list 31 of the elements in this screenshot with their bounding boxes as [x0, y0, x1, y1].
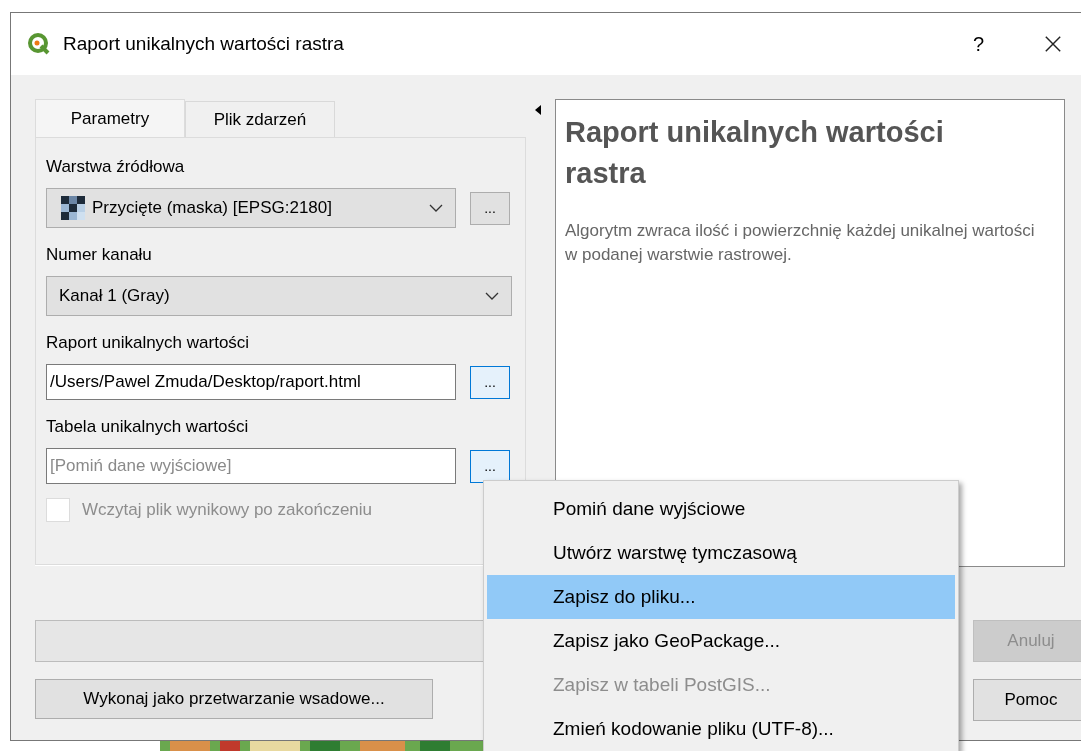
menu-item[interactable]: Pomiń dane wyjściowe: [487, 487, 955, 531]
menu-item[interactable]: Zapisz do pliku...: [487, 575, 955, 619]
window-title: Raport unikalnych wartości rastra: [63, 33, 345, 55]
batch-button[interactable]: Wykonaj jako przetwarzanie wsadowe...: [35, 679, 433, 719]
field-label: Raport unikalnych wartości: [46, 332, 250, 354]
tab[interactable]: Plik zdarzeń: [185, 101, 335, 137]
input-field[interactable]: /Users/Pawel Zmuda/Desktop/raport.html: [46, 364, 456, 400]
dropdown[interactable]: Przycięte (maska) [EPSG:2180]: [46, 188, 456, 228]
browse-button[interactable]: ...: [470, 365, 510, 399]
help-title: Raport unikalnych wartości rastra: [565, 115, 945, 191]
field-label: Tabela unikalnych wartości: [46, 416, 249, 438]
menu-item[interactable]: Utwórz warstwę tymczasową: [487, 531, 955, 575]
help-button[interactable]: ?: [972, 32, 984, 56]
help-description: Algorytm zwraca ilość i powierzchnię każdej unikalnej wartości w podanej warstwie rastrowej.: [565, 220, 1036, 266]
browse-button[interactable]: ...: [470, 191, 510, 225]
input-field[interactable]: [Pomiń dane wyjściowe]: [46, 448, 456, 484]
raster-layer-icon: [59, 196, 86, 220]
help-button[interactable]: Pomoc: [973, 679, 1081, 721]
chevron-down-icon: [429, 204, 443, 212]
collapse-arrow-icon[interactable]: [535, 105, 541, 115]
field-label: Numer kanału: [46, 244, 152, 266]
close-icon[interactable]: [1044, 35, 1062, 53]
field-label: Warstwa źródłowa: [46, 156, 185, 178]
browse-button[interactable]: ...: [470, 449, 510, 483]
menu-item[interactable]: Zapisz jako GeoPackage...: [487, 619, 955, 663]
app-logo-icon: [27, 32, 51, 56]
checkbox-label: Wczytaj plik wynikowy po zakończeniu: [82, 500, 373, 520]
dropdown[interactable]: Kanał 1 (Gray): [46, 276, 512, 316]
tab[interactable]: Parametry: [35, 99, 185, 137]
menu-item[interactable]: Zmień kodowanie pliku (UTF-8)...: [487, 707, 955, 751]
chevron-down-icon: [485, 292, 499, 300]
